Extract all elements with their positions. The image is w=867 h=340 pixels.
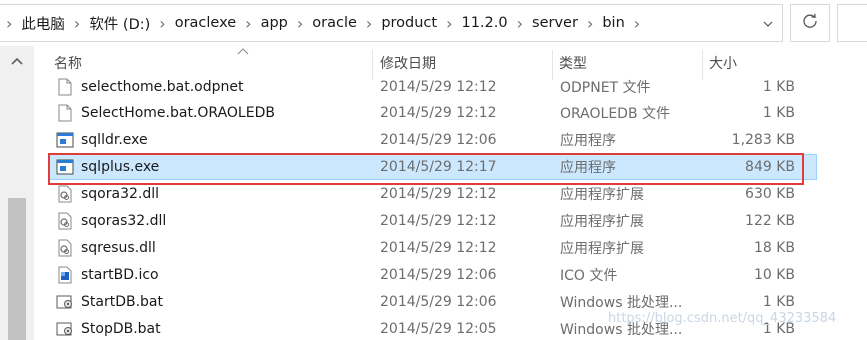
breadcrumb-item[interactable]: › 此电脑 › (0, 5, 89, 41)
file-modified-date: 2014/5/29 12:06 (380, 294, 497, 310)
breadcrumb-item[interactable]: oraclexe › (175, 5, 261, 41)
breadcrumb-label: 11.2.0 (461, 15, 508, 31)
file-size: 10 KB (753, 267, 795, 283)
file-type: 应用程序扩展 (560, 241, 644, 257)
column-header-date-label: 修改日期 (380, 56, 436, 72)
file-modified-date: 2014/5/29 12:12 (380, 79, 497, 95)
breadcrumb-item[interactable]: server › (532, 5, 602, 41)
exe-icon (55, 155, 75, 179)
blank-file-icon (55, 101, 75, 125)
file-name: SelectHome.bat.ORAOLEDB (81, 105, 275, 121)
file-size: 1,283 KB (731, 132, 795, 148)
file-size: 122 KB (745, 213, 795, 229)
chevron-right-icon[interactable]: › (236, 14, 260, 33)
chevron-right-icon[interactable]: › (0, 14, 21, 33)
file-name: sqlldr.exe (81, 132, 148, 148)
file-size: 630 KB (745, 186, 795, 202)
file-modified-date: 2014/5/29 12:17 (380, 159, 497, 175)
exe-icon (55, 128, 75, 152)
dll-icon (55, 182, 75, 206)
refresh-icon (802, 13, 818, 33)
address-bar-row: › 此电脑 › 软件 (D:) › oraclexe › app › oracle › product… (0, 0, 867, 46)
breadcrumb-item[interactable]: app › (261, 5, 313, 41)
file-row[interactable]: SelectHome.bat.ORAOLEDB 2014/5/29 12:12 OR… (48, 100, 817, 126)
file-row[interactable]: sqlplus.exe 2014/5/29 12:17 应用程序 849 KB (48, 154, 817, 180)
file-type: ICO 文件 (560, 268, 618, 284)
chevron-right-icon[interactable]: › (578, 14, 602, 33)
file-type: 应用程序扩展 (560, 187, 644, 203)
file-modified-date: 2014/5/29 12:05 (380, 321, 497, 337)
chevron-right-icon[interactable]: › (150, 14, 174, 33)
file-name: sqoras32.dll (81, 213, 167, 229)
dll-icon (55, 236, 75, 260)
file-modified-date: 2014/5/29 12:12 (380, 186, 497, 202)
file-name: StopDB.bat (81, 321, 161, 337)
file-list: selecthome.bat.odpnet 2014/5/29 12:12 ODPN… (34, 78, 867, 340)
file-modified-date: 2014/5/29 12:12 (380, 105, 497, 121)
file-type: ORAOLEDB 文件 (560, 106, 671, 122)
column-header-type-label: 类型 (559, 56, 587, 72)
file-type: 应用程序 (560, 160, 616, 176)
breadcrumb-item[interactable]: bin › (602, 5, 649, 41)
scrollbar-thumb[interactable] (8, 198, 26, 340)
refresh-button[interactable] (790, 4, 830, 42)
file-name: sqlplus.exe (81, 159, 160, 175)
breadcrumb-item[interactable]: 软件 (D:) › (89, 5, 174, 41)
bat-icon (55, 317, 75, 340)
file-size: 849 KB (745, 159, 795, 175)
chevron-up-icon (11, 53, 23, 69)
breadcrumb-label: 软件 (D:) (89, 16, 151, 33)
breadcrumb-item[interactable]: 11.2.0 › (462, 5, 533, 41)
watermark: https://blog.csdn.net/qq_43233584 (608, 311, 837, 326)
file-row[interactable]: selecthome.bat.odpnet 2014/5/29 12:12 ODPN… (48, 74, 817, 100)
dll-icon (55, 209, 75, 233)
breadcrumb-label: product (381, 15, 438, 31)
file-type: 应用程序扩展 (560, 214, 644, 230)
chevron-down-icon (763, 15, 773, 31)
breadcrumb-label: oraclexe (174, 15, 237, 31)
file-modified-date: 2014/5/29 12:12 (380, 213, 497, 229)
file-row[interactable]: sqoras32.dll 2014/5/29 12:12 应用程序扩展 122 KB (48, 208, 817, 234)
chevron-right-icon[interactable]: › (65, 14, 89, 33)
search-box[interactable] (837, 4, 867, 42)
file-size: 1 KB (762, 79, 795, 95)
bat-icon (55, 290, 75, 314)
file-name: sqresus.dll (81, 240, 156, 256)
file-row[interactable]: startBD.ico 2014/5/29 12:06 ICO 文件 10 KB (48, 262, 817, 288)
file-name: selecthome.bat.odpnet (81, 79, 244, 95)
breadcrumb-label: oracle (312, 15, 357, 31)
ico-icon (55, 263, 75, 287)
chevron-right-icon[interactable]: › (437, 14, 461, 33)
file-size: 18 KB (753, 240, 795, 256)
scroll-up-button[interactable] (9, 54, 25, 68)
file-modified-date: 2014/5/29 12:06 (380, 267, 497, 283)
file-name: sqora32.dll (81, 186, 160, 202)
breadcrumb-item[interactable]: product › (381, 5, 461, 41)
column-header-name-label: 名称 (54, 56, 82, 72)
blank-file-icon (55, 75, 75, 99)
chevron-right-icon[interactable]: › (625, 14, 649, 33)
file-row[interactable]: sqresus.dll 2014/5/29 12:12 应用程序扩展 18 KB (48, 235, 817, 261)
breadcrumb-label: server (532, 15, 578, 31)
breadcrumb-item[interactable]: oracle › (312, 5, 381, 41)
column-header-size-label: 大小 (709, 56, 737, 72)
file-name: startBD.ico (81, 267, 159, 283)
file-type: 应用程序 (560, 133, 616, 149)
breadcrumb-label: app (260, 15, 288, 31)
address-bar[interactable]: › 此电脑 › 软件 (D:) › oraclexe › app › oracle › product… (0, 4, 783, 42)
file-modified-date: 2014/5/29 12:12 (380, 240, 497, 256)
file-row[interactable]: sqlldr.exe 2014/5/29 12:06 应用程序 1,283 KB (48, 127, 817, 153)
breadcrumb-label: 此电脑 (21, 16, 65, 33)
address-history-dropdown[interactable] (753, 4, 783, 42)
file-type: ODPNET 文件 (560, 80, 651, 96)
file-modified-date: 2014/5/29 12:06 (380, 132, 497, 148)
chevron-right-icon[interactable]: › (508, 14, 532, 33)
file-size: 1 KB (762, 105, 795, 121)
chevron-right-icon[interactable]: › (288, 14, 312, 33)
vertical-scrollbar[interactable] (0, 46, 34, 340)
file-name: StartDB.bat (81, 294, 163, 310)
chevron-right-icon[interactable]: › (357, 14, 381, 33)
breadcrumb-label: bin (602, 15, 625, 31)
file-row[interactable]: sqora32.dll 2014/5/29 12:12 应用程序扩展 630 KB (48, 181, 817, 207)
